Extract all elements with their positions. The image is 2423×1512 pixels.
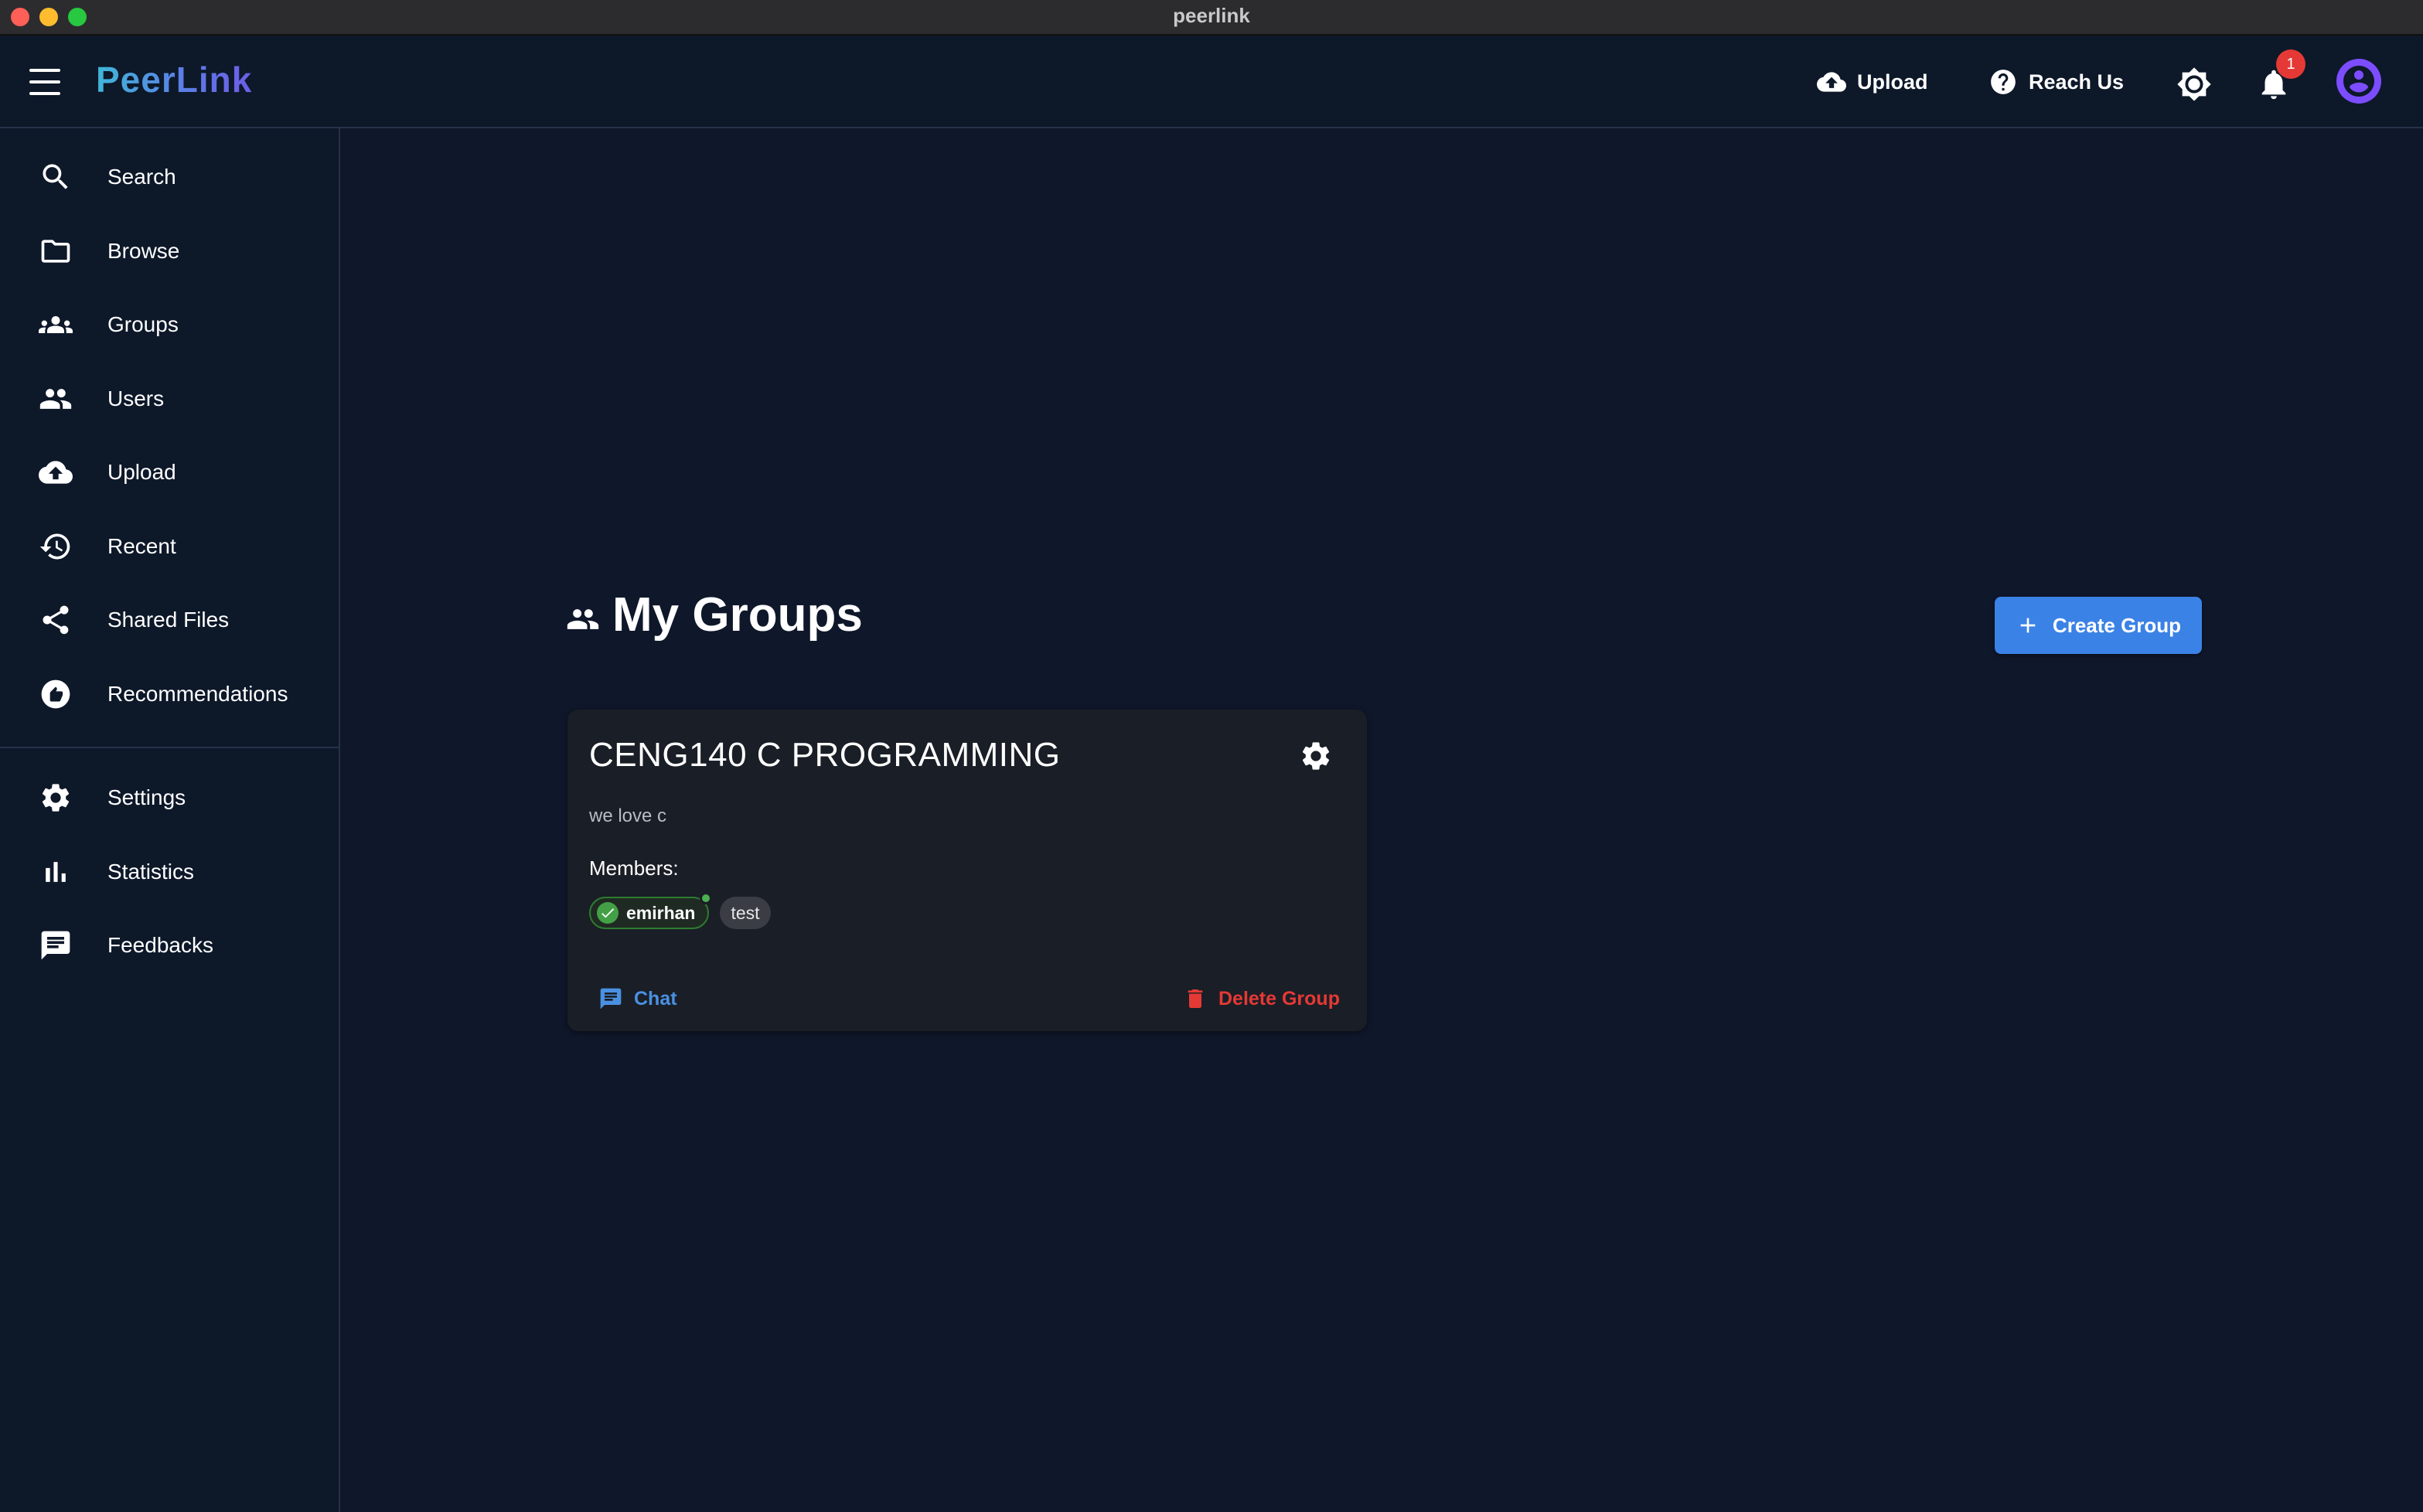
chat-button-label: Chat: [634, 987, 677, 1010]
theme-toggle-icon: [2177, 67, 2211, 101]
page-title: My Groups: [612, 588, 863, 642]
theme-toggle-button[interactable]: [2175, 65, 2213, 104]
window-titlebar: peerlink: [0, 0, 2423, 36]
thumb-up-icon: [39, 677, 73, 711]
cloud-upload-icon: [39, 455, 73, 489]
upload-button-label: Upload: [1857, 70, 1928, 94]
sidebar-item-label: Users: [107, 387, 165, 410]
gear-icon: [1302, 742, 1330, 770]
window-title: peerlink: [1173, 4, 1250, 27]
member-chips: emirhan test: [589, 892, 771, 929]
sidebar-item-settings[interactable]: Settings: [0, 767, 339, 829]
create-group-button[interactable]: Create Group: [1995, 597, 2202, 654]
sidebar-item-browse[interactable]: Browse: [0, 220, 339, 282]
cloud-upload-icon: [1817, 72, 1846, 92]
sidebar-item-label: Recent: [107, 534, 176, 558]
chat-button[interactable]: Chat: [598, 982, 677, 1016]
sidebar-item-label: Upload: [107, 460, 176, 484]
groups-icon: [39, 308, 73, 342]
chat-icon: [600, 988, 622, 1010]
sidebar-item-statistics[interactable]: Statistics: [0, 841, 339, 903]
groups-icon: [567, 608, 599, 629]
main-content: My Groups Create Group CENG140 C PROGRAM…: [342, 130, 2423, 1512]
group-settings-button[interactable]: [1299, 739, 1333, 773]
sidebar-item-upload[interactable]: Upload: [0, 441, 339, 503]
members-label: Members:: [589, 856, 679, 880]
sidebar-item-label: Statistics: [107, 860, 195, 884]
help-icon: [1991, 70, 2016, 94]
sidebar-item-users[interactable]: Users: [0, 368, 339, 430]
folder-icon: [39, 234, 73, 268]
upload-button[interactable]: Upload: [1817, 62, 1928, 102]
member-chip[interactable]: test: [720, 897, 771, 929]
create-group-label: Create Group: [2052, 613, 2182, 637]
sidebar-item-groups[interactable]: Groups: [0, 294, 339, 356]
group-card: CENG140 C PROGRAMMING we love c Members:…: [567, 710, 1367, 1031]
people-icon: [39, 382, 73, 416]
gear-icon: [39, 781, 73, 815]
group-name: CENG140 C PROGRAMMING: [589, 736, 1061, 774]
feedback-icon: [39, 928, 73, 962]
menu-icon[interactable]: [29, 69, 60, 95]
sidebar-item-label: Recommendations: [107, 682, 288, 706]
online-status-dot: [700, 892, 713, 904]
sidebar-item-label: Search: [107, 165, 176, 189]
sidebar-item-label: Groups: [107, 312, 179, 336]
bar-chart-icon: [39, 855, 73, 889]
notification-count-badge: 1: [2276, 49, 2305, 79]
sidebar-item-label: Shared Files: [107, 608, 230, 632]
plus-icon: [2020, 618, 2036, 633]
sidebar-item-label: Browse: [107, 239, 180, 263]
sidebar-item-feedbacks[interactable]: Feedbacks: [0, 914, 339, 976]
brand-logo[interactable]: PeerLink: [96, 59, 252, 100]
avatar[interactable]: [2336, 59, 2381, 104]
history-icon: [39, 530, 73, 564]
verified-check-icon: [597, 902, 619, 924]
app-bar: PeerLink Upload Reach Us: [0, 36, 2423, 128]
group-description: we love c: [589, 805, 667, 826]
sidebar-item-search[interactable]: Search: [0, 146, 339, 208]
sidebar: Search Browse Groups Users Upload Recent…: [0, 128, 340, 1512]
sidebar-item-recommendations[interactable]: Recommendations: [0, 663, 339, 725]
member-name: test: [731, 902, 760, 923]
share-icon: [39, 603, 73, 637]
sidebar-item-label: Settings: [107, 785, 186, 809]
delete-group-button[interactable]: Delete Group: [1183, 982, 1340, 1016]
account-circle-icon: [2343, 66, 2374, 97]
sidebar-item-label: Feedbacks: [107, 933, 213, 957]
member-name: emirhan: [626, 902, 696, 923]
page-header: My Groups: [566, 587, 863, 642]
sidebar-item-recent[interactable]: Recent: [0, 516, 339, 577]
sidebar-divider: [0, 747, 339, 748]
reach-us-button[interactable]: Reach Us: [1988, 62, 2124, 102]
reach-us-button-label: Reach Us: [2029, 70, 2125, 94]
delete-group-label: Delete Group: [1218, 987, 1340, 1010]
search-icon: [39, 160, 73, 194]
sidebar-item-shared-files[interactable]: Shared Files: [0, 589, 339, 651]
trash-icon: [1188, 989, 1203, 1008]
member-chip[interactable]: emirhan: [589, 892, 713, 929]
